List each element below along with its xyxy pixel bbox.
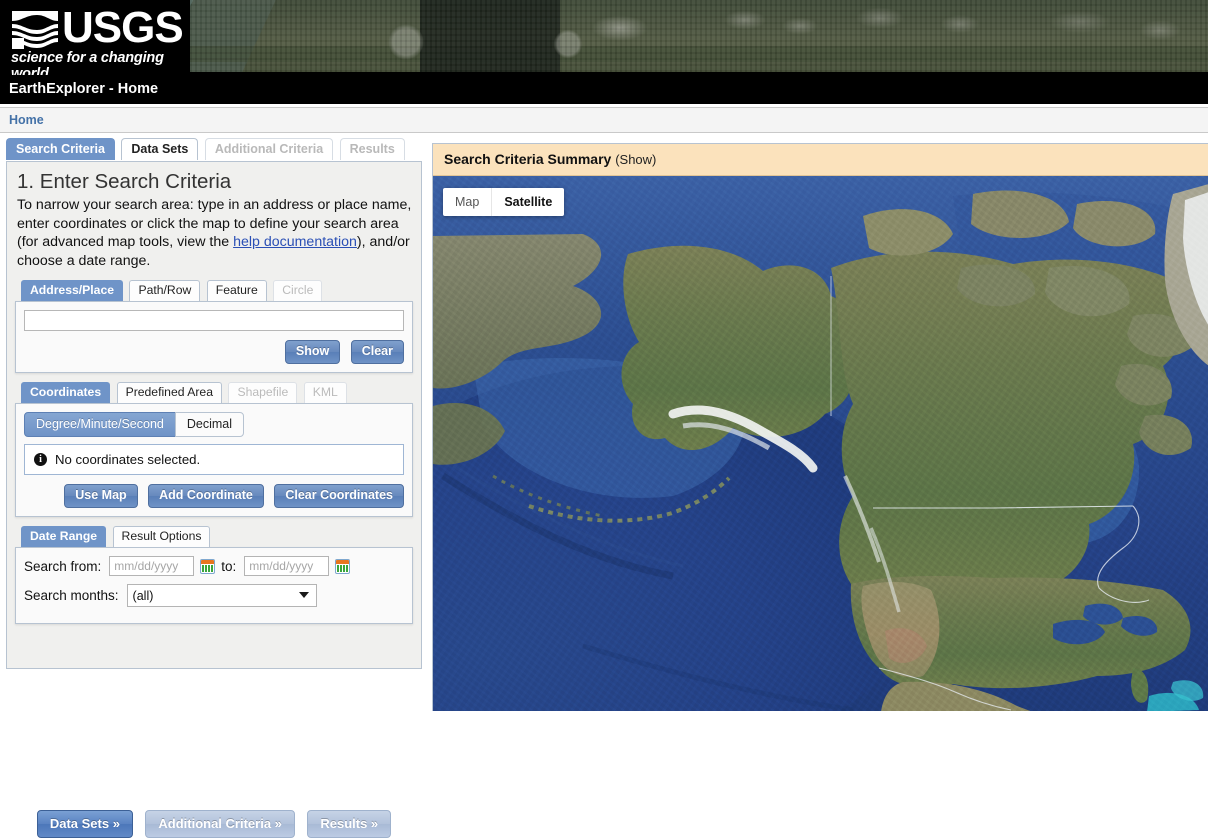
- subtab-shapefile[interactable]: Shapefile: [228, 382, 298, 403]
- tab-data-sets[interactable]: Data Sets: [121, 138, 199, 160]
- tab-additional-criteria[interactable]: Additional Criteria: [204, 138, 334, 160]
- search-from-row: Search from: to:: [24, 556, 404, 576]
- clear-coordinates-button[interactable]: Clear Coordinates: [274, 484, 404, 508]
- address-search-input[interactable]: [24, 310, 404, 331]
- address-place-section: Address/Place Path/Row Feature Circle Sh…: [15, 280, 413, 373]
- goto-results-button[interactable]: Results »: [307, 810, 392, 838]
- subtab-circle[interactable]: Circle: [273, 280, 323, 301]
- coordinates-button-row: Use Map Add Coordinate Clear Coordinates: [24, 484, 404, 508]
- subtab-result-options[interactable]: Result Options: [112, 526, 211, 547]
- clear-button[interactable]: Clear: [350, 340, 404, 364]
- address-button-row: Show Clear: [24, 340, 404, 364]
- coordinates-panel-box: Degree/Minute/Second Decimal i No coordin…: [15, 403, 413, 517]
- search-criteria-summary-bar[interactable]: Search Criteria Summary (Show): [433, 144, 1208, 176]
- use-map-button[interactable]: Use Map: [64, 484, 138, 508]
- add-coordinate-button[interactable]: Add Coordinate: [148, 484, 264, 508]
- coordinates-status-text: No coordinates selected.: [55, 452, 201, 467]
- map-type-control: Map Satellite: [443, 188, 565, 216]
- coordinate-format-toggle: Degree/Minute/Second Decimal: [24, 412, 404, 437]
- subtab-kml[interactable]: KML: [303, 382, 347, 403]
- subtab-coordinates[interactable]: Coordinates: [21, 382, 111, 403]
- search-from-label: Search from:: [24, 558, 102, 574]
- page-title: EarthExplorer - Home: [0, 75, 1208, 104]
- toggle-degree-minute-second[interactable]: Degree/Minute/Second: [24, 412, 176, 437]
- show-button[interactable]: Show: [284, 340, 341, 364]
- usgs-header-banner: USGS science for a changing world: [0, 0, 1208, 75]
- toggle-decimal[interactable]: Decimal: [174, 412, 245, 437]
- coordinates-status: i No coordinates selected.: [24, 444, 404, 475]
- to-label: to:: [221, 558, 237, 574]
- tab-search-criteria[interactable]: Search Criteria: [6, 138, 115, 160]
- breadcrumb: Home: [0, 107, 1208, 133]
- step-title: 1. Enter Search Criteria: [17, 170, 232, 193]
- subtab-predefined-area[interactable]: Predefined Area: [116, 382, 222, 403]
- usgs-wave-icon: [12, 11, 58, 49]
- criteria-body: 1. Enter Search Criteria To narrow your …: [6, 161, 422, 669]
- help-documentation-link[interactable]: help documentation: [233, 234, 357, 250]
- tab-results[interactable]: Results: [339, 138, 405, 160]
- search-months-label: Search months:: [24, 588, 119, 603]
- usgs-logo[interactable]: USGS science for a changing world: [0, 0, 190, 75]
- coordinates-section: Coordinates Predefined Area Shapefile KM…: [15, 382, 413, 517]
- breadcrumb-item-home[interactable]: Home: [0, 108, 44, 132]
- map-type-satellite[interactable]: Satellite: [491, 188, 564, 216]
- map-area: Search Criteria Summary (Show) Map Satel…: [432, 143, 1208, 711]
- coordinates-tabstrip: Coordinates Predefined Area Shapefile KM…: [15, 382, 413, 403]
- address-panel-box: Show Clear: [15, 301, 413, 373]
- subtab-date-range[interactable]: Date Range: [21, 526, 107, 547]
- goto-data-sets-button[interactable]: Data Sets »: [36, 810, 133, 838]
- address-tabstrip: Address/Place Path/Row Feature Circle: [15, 280, 413, 301]
- usgs-wordmark: USGS: [62, 3, 184, 52]
- subtab-feature[interactable]: Feature: [206, 280, 267, 301]
- subtab-address-place[interactable]: Address/Place: [21, 280, 124, 301]
- search-months-row: Search months: (all): [24, 584, 404, 607]
- months-select-wrap: (all): [126, 584, 317, 607]
- date-range-section: Date Range Result Options Search from: t…: [15, 526, 413, 624]
- main-tabstrip: Search Criteria Data Sets Additional Cri…: [0, 138, 428, 161]
- map-type-map[interactable]: Map: [443, 188, 491, 216]
- satellite-map-canvas[interactable]: Map Satellite: [433, 176, 1208, 711]
- subtab-path-row[interactable]: Path/Row: [129, 280, 201, 301]
- goto-additional-criteria-button[interactable]: Additional Criteria »: [145, 810, 295, 838]
- info-icon: i: [34, 453, 47, 466]
- usgs-tagline: science for a changing world: [11, 50, 164, 75]
- search-months-select[interactable]: (all): [126, 584, 317, 607]
- step-navigation-buttons: Data Sets » Additional Criteria » Result…: [0, 810, 428, 838]
- summary-show-toggle[interactable]: (Show): [615, 152, 656, 167]
- date-panel-box: Search from: to: Search months: (all): [15, 547, 413, 624]
- summary-title: Search Criteria Summary: [444, 151, 612, 167]
- calendar-icon-to[interactable]: [335, 558, 351, 574]
- calendar-icon-from[interactable]: [200, 558, 216, 574]
- step-description: To narrow your search area: type in an a…: [17, 196, 413, 270]
- date-from-input[interactable]: [109, 556, 195, 576]
- date-to-input[interactable]: [244, 556, 330, 576]
- map-texture-overlay: [433, 176, 1208, 711]
- search-criteria-panel: Search Criteria Data Sets Additional Cri…: [0, 138, 428, 838]
- date-tabstrip: Date Range Result Options: [15, 526, 413, 547]
